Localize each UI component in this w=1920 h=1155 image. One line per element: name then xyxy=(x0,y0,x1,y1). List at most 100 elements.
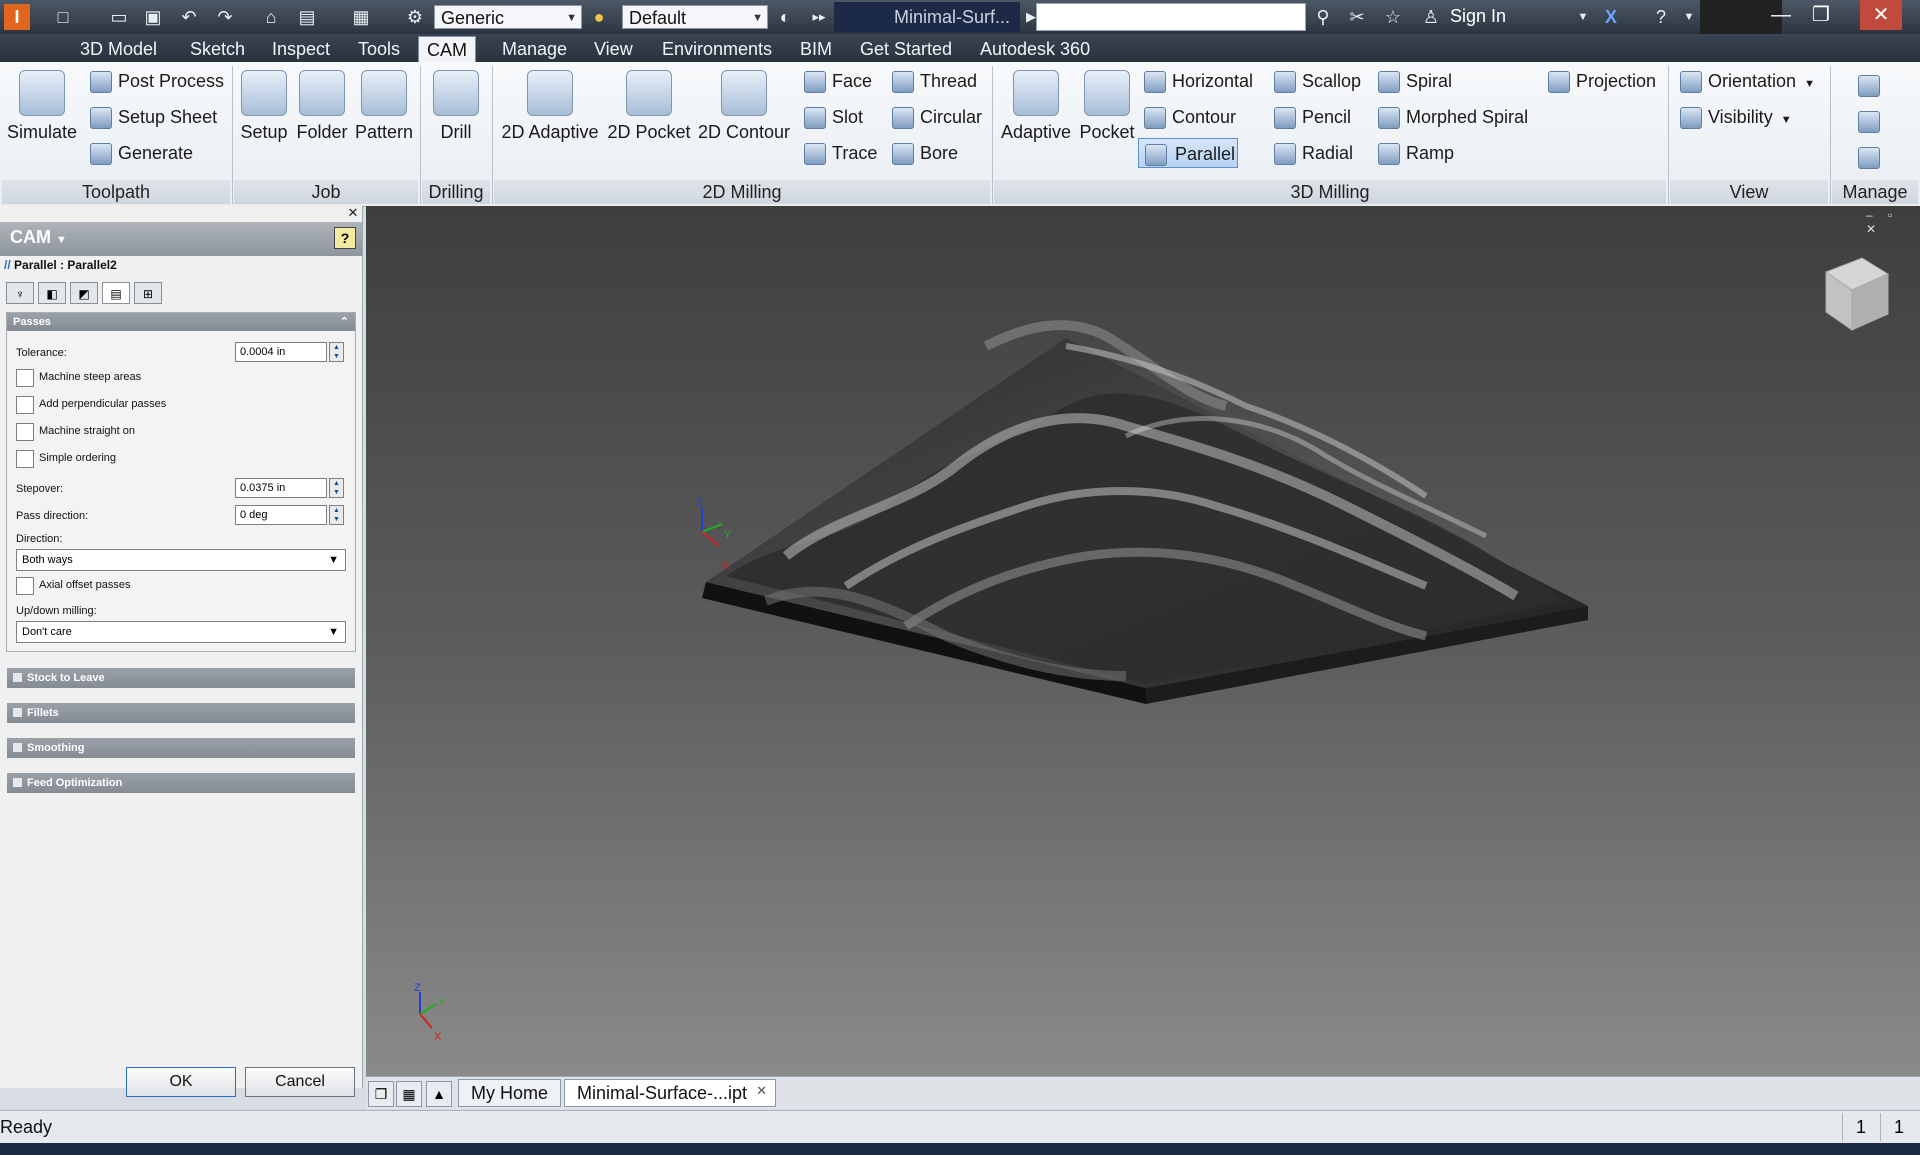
tab-autodesk-360[interactable]: Autodesk 360 xyxy=(972,36,1098,62)
pocket-button[interactable]: Pocket xyxy=(1076,70,1138,143)
home-icon[interactable]: ⌂ xyxy=(258,4,284,30)
tab-sketch[interactable]: Sketch xyxy=(182,36,253,62)
stepover-stepper[interactable]: ▲ ▼ xyxy=(329,478,344,498)
machine-steep-checkbox[interactable] xyxy=(16,369,34,387)
simulate-button[interactable]: Simulate xyxy=(6,70,78,143)
machine-straight-checkbox[interactable] xyxy=(16,423,34,441)
more-commands-icon[interactable]: ▸▸ xyxy=(806,4,832,30)
simple-ordering-checkbox[interactable] xyxy=(16,450,34,468)
tab-document[interactable]: Minimal-Surface-...ipt ✕ xyxy=(564,1079,777,1107)
open-documents-icon[interactable]: ▲ xyxy=(426,1081,452,1107)
clear-appearance-icon[interactable]: ◐ xyxy=(772,4,798,30)
tab-manage[interactable]: Manage xyxy=(494,36,575,62)
spiral-button[interactable]: Spiral xyxy=(1376,66,1452,96)
user-icon[interactable]: ♙ xyxy=(1418,4,1444,30)
tab-inspect[interactable]: Inspect xyxy=(264,36,338,62)
fillets-section[interactable]: Fillets xyxy=(7,703,355,723)
tab-cam[interactable]: CAM xyxy=(418,36,476,63)
generate-button[interactable]: Generate xyxy=(88,138,193,168)
help-icon[interactable]: ? xyxy=(1648,4,1674,30)
projection-button[interactable]: Projection xyxy=(1546,66,1656,96)
minimize-icon[interactable]: — xyxy=(1760,0,1802,30)
help-icon[interactable]: ? xyxy=(334,227,356,249)
circular-button[interactable]: Circular xyxy=(890,102,982,132)
tolerance-field[interactable]: 0.0004 in xyxy=(235,342,327,362)
tab-heights[interactable]: ◩ xyxy=(70,282,98,304)
app-menu-button[interactable]: I xyxy=(4,4,30,30)
passes-header[interactable]: Passes ⌃ xyxy=(7,313,355,331)
template-library-button[interactable] xyxy=(1856,106,1886,136)
settings-gear-icon[interactable]: ⚙ xyxy=(402,4,428,30)
setup-sheet-button[interactable]: Setup Sheet xyxy=(88,102,217,132)
direction-select[interactable]: Both ways ▼ xyxy=(16,549,346,571)
project-icon[interactable]: ▤ xyxy=(294,4,320,30)
material-select[interactable]: Generic ▼ xyxy=(434,5,582,29)
orientation-button[interactable]: Orientation ▼ xyxy=(1678,66,1815,96)
setup-button[interactable]: Setup xyxy=(236,70,292,143)
feed-optimization-section[interactable]: Feed Optimization xyxy=(7,773,355,793)
stock-to-leave-section[interactable]: Stock to Leave xyxy=(7,668,355,688)
close-icon[interactable]: ✕ xyxy=(346,206,360,220)
updown-milling-select[interactable]: Don't care ▼ xyxy=(16,621,346,643)
viewport-window-controls[interactable]: – ▫ ✕ xyxy=(1866,208,1920,236)
2d-adaptive-button[interactable]: 2D Adaptive xyxy=(500,70,600,143)
open-folder-icon[interactable]: ▭ xyxy=(106,4,132,30)
tab-passes[interactable]: ▤ xyxy=(102,282,130,304)
search-input[interactable] xyxy=(1036,3,1306,31)
morphed-spiral-button[interactable]: Morphed Spiral xyxy=(1376,102,1528,132)
chevron-down-icon[interactable]: ▼ xyxy=(1676,4,1702,30)
update-icon[interactable]: ▦ xyxy=(348,4,374,30)
cascade-windows-icon[interactable]: ❐ xyxy=(368,1081,394,1107)
ramp-button[interactable]: Ramp xyxy=(1376,138,1454,168)
slot-button[interactable]: Slot xyxy=(802,102,863,132)
add-perpendicular-checkbox[interactable] xyxy=(16,396,34,414)
tolerance-stepper[interactable]: ▲ ▼ xyxy=(329,342,344,362)
thread-button[interactable]: Thread xyxy=(890,66,977,96)
minimal-surface-model[interactable] xyxy=(702,320,1588,704)
pattern-button[interactable]: Pattern xyxy=(354,70,414,143)
new-file-icon[interactable]: □ xyxy=(50,4,76,30)
2d-pocket-button[interactable]: 2D Pocket xyxy=(606,70,692,143)
tab-bim[interactable]: BIM xyxy=(792,36,840,62)
tab-linking[interactable]: ⊞ xyxy=(134,282,162,304)
chevron-down-icon[interactable]: ▼ xyxy=(1570,4,1596,30)
tab-tools[interactable]: Tools xyxy=(350,36,408,62)
tool-library-button[interactable] xyxy=(1856,70,1886,100)
tab-get-started[interactable]: Get Started xyxy=(852,36,960,62)
sign-in-link[interactable]: Sign In xyxy=(1450,6,1506,27)
visibility-button[interactable]: Visibility ▼ xyxy=(1678,102,1792,132)
task-manager-button[interactable] xyxy=(1856,142,1886,172)
pencil-button[interactable]: Pencil xyxy=(1272,102,1351,132)
exchange-apps-icon[interactable]: X xyxy=(1598,4,1624,30)
axial-offset-checkbox[interactable] xyxy=(16,577,34,595)
parallel-button[interactable]: Parallel xyxy=(1138,138,1238,168)
save-icon[interactable]: ▣ xyxy=(140,4,166,30)
tab-3d-model[interactable]: 3D Model xyxy=(72,36,165,62)
tab-view[interactable]: View xyxy=(586,36,641,62)
pass-direction-field[interactable]: 0 deg xyxy=(235,505,327,525)
favorites-star-icon[interactable]: ☆ xyxy=(1380,4,1406,30)
face-button[interactable]: Face xyxy=(802,66,872,96)
tab-my-home[interactable]: My Home xyxy=(458,1079,562,1107)
scallop-button[interactable]: Scallop xyxy=(1272,66,1361,96)
stepover-field[interactable]: 0.0375 in xyxy=(235,478,327,498)
bore-button[interactable]: Bore xyxy=(890,138,958,168)
contour-button[interactable]: Contour xyxy=(1142,102,1236,132)
viewcube-icon[interactable] xyxy=(1818,252,1892,334)
ok-button[interactable]: OK xyxy=(126,1067,236,1097)
trace-button[interactable]: Trace xyxy=(802,138,877,168)
redo-icon[interactable]: ↷ xyxy=(212,4,238,30)
tab-tool[interactable]: ♆ xyxy=(6,282,34,304)
horizontal-button[interactable]: Horizontal xyxy=(1142,66,1253,96)
appearance-select[interactable]: Default ▼ xyxy=(622,5,768,29)
adaptive-button[interactable]: Adaptive xyxy=(998,70,1074,143)
color-wheel-icon[interactable]: ● xyxy=(586,4,612,30)
smoothing-section[interactable]: Smoothing xyxy=(7,738,355,758)
tile-windows-icon[interactable]: ▦ xyxy=(396,1081,422,1107)
drill-button[interactable]: Drill xyxy=(428,70,484,143)
cam-panel-title[interactable]: CAM ▼ xyxy=(10,227,67,248)
folder-button[interactable]: Folder xyxy=(294,70,350,143)
close-icon[interactable]: ✕ xyxy=(1860,0,1902,30)
tab-geometry[interactable]: ◧ xyxy=(38,282,66,304)
undo-icon[interactable]: ↶ xyxy=(176,4,202,30)
